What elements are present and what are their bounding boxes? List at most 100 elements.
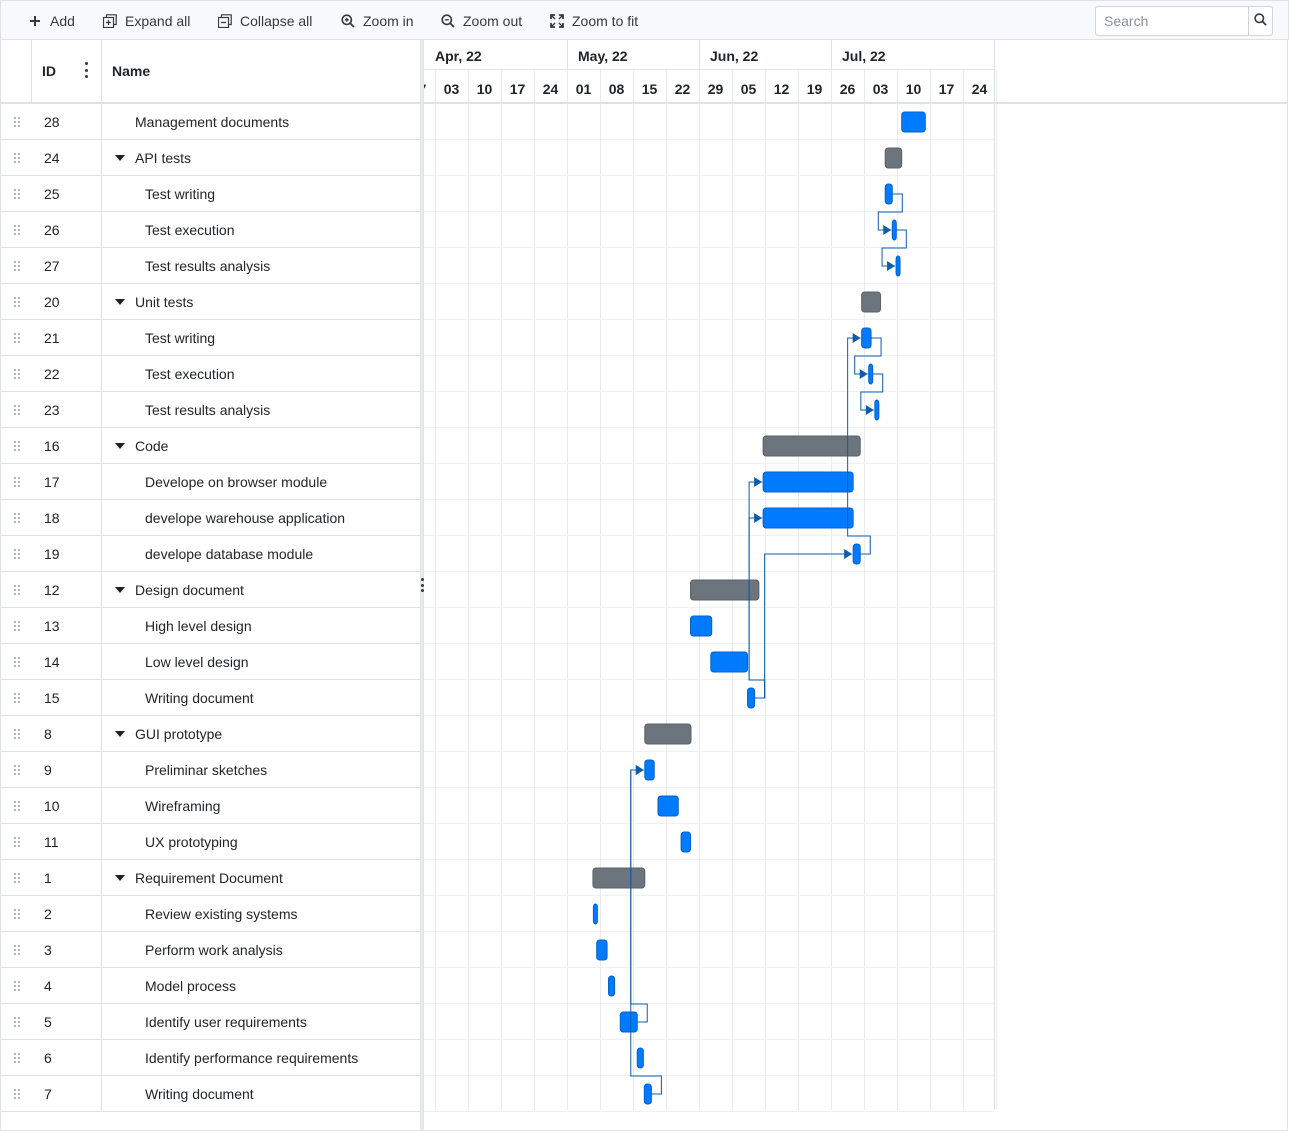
table-row[interactable]: 19 develope database module [1,536,421,572]
task-bar[interactable] [607,975,616,997]
task-id-cell[interactable]: 3 [32,932,102,967]
table-row[interactable]: 8 GUI prototype [1,716,421,752]
task-name-cell[interactable]: Perform work analysis [102,932,421,967]
drag-handle-icon[interactable] [1,788,32,823]
column-menu-icon[interactable] [83,62,89,78]
task-bar[interactable] [643,1083,652,1105]
task-id-cell[interactable]: 24 [32,140,102,175]
task-bar[interactable] [762,507,854,529]
drag-handle-icon[interactable] [1,464,32,499]
table-row[interactable]: 3 Perform work analysis [1,932,421,968]
drag-handle-icon[interactable] [1,896,32,931]
task-name-cell[interactable]: API tests [102,140,421,175]
collapse-caret-icon[interactable] [114,872,126,884]
drag-handle-icon[interactable] [1,860,32,895]
drag-handle-icon[interactable] [1,968,32,1003]
table-row[interactable]: 26 Test execution [1,212,421,248]
drag-handle-icon[interactable] [1,284,32,319]
task-name-cell[interactable]: Low level design [102,644,421,679]
task-bar[interactable] [852,543,861,565]
collapse-caret-icon[interactable] [114,296,126,308]
task-name-cell[interactable]: Test writing [102,320,421,355]
summary-bar[interactable] [592,867,646,889]
drag-handle-icon[interactable] [1,392,32,427]
table-row[interactable]: 12 Design document [1,572,421,608]
table-row[interactable]: 4 Model process [1,968,421,1004]
task-bar[interactable] [747,687,756,709]
task-bar[interactable] [710,651,749,673]
collapse-all-button[interactable]: Collapse all [218,1,312,41]
drag-handle-icon[interactable] [1,644,32,679]
table-row[interactable]: 10 Wireframing [1,788,421,824]
collapse-caret-icon[interactable] [114,440,126,452]
task-id-cell[interactable]: 27 [32,248,102,283]
table-row[interactable]: 11 UX prototyping [1,824,421,860]
table-row[interactable]: 13 High level design [1,608,421,644]
task-bar[interactable] [861,327,872,349]
add-button[interactable]: Add [28,1,75,41]
table-row[interactable]: 14 Low level design [1,644,421,680]
drag-handle-icon[interactable] [1,716,32,751]
task-name-cell[interactable]: Writing document [102,680,421,715]
task-name-cell[interactable]: Requirement Document [102,860,421,895]
table-row[interactable]: 27 Test results analysis [1,248,421,284]
task-id-cell[interactable]: 7 [32,1076,102,1111]
task-name-cell[interactable]: develope warehouse application [102,500,421,535]
task-id-cell[interactable]: 9 [32,752,102,787]
search-input[interactable] [1096,7,1248,35]
task-id-cell[interactable]: 13 [32,608,102,643]
table-row[interactable]: 20 Unit tests [1,284,421,320]
table-row[interactable]: 18 develope warehouse application [1,500,421,536]
task-name-cell[interactable]: High level design [102,608,421,643]
task-name-cell[interactable]: Unit tests [102,284,421,319]
task-bar[interactable] [901,111,926,133]
task-bar[interactable] [891,219,897,241]
summary-bar[interactable] [884,147,903,169]
drag-handle-icon[interactable] [1,824,32,859]
task-bar[interactable] [657,795,679,817]
task-name-cell[interactable]: Design document [102,572,421,607]
summary-bar[interactable] [861,291,881,313]
drag-handle-icon[interactable] [1,248,32,283]
id-column-header[interactable]: ID [32,40,102,102]
table-row[interactable]: 15 Writing document [1,680,421,716]
task-id-cell[interactable]: 18 [32,500,102,535]
table-row[interactable]: 1 Requirement Document [1,860,421,896]
task-id-cell[interactable]: 5 [32,1004,102,1039]
task-id-cell[interactable]: 19 [32,536,102,571]
task-name-cell[interactable]: Test execution [102,212,421,247]
collapse-caret-icon[interactable] [114,152,126,164]
collapse-caret-icon[interactable] [114,584,126,596]
task-id-cell[interactable]: 14 [32,644,102,679]
task-name-cell[interactable]: Wireframing [102,788,421,823]
expand-all-button[interactable]: Expand all [103,1,190,41]
task-id-cell[interactable]: 2 [32,896,102,931]
task-id-cell[interactable]: 12 [32,572,102,607]
task-id-cell[interactable]: 10 [32,788,102,823]
task-name-cell[interactable]: UX prototyping [102,824,421,859]
table-row[interactable]: 28 Management documents [1,104,421,140]
drag-handle-icon[interactable] [1,1076,32,1111]
task-id-cell[interactable]: 20 [32,284,102,319]
table-row[interactable]: 9 Preliminar sketches [1,752,421,788]
table-row[interactable]: 7 Writing document [1,1076,421,1112]
task-id-cell[interactable]: 28 [32,104,102,139]
task-name-cell[interactable]: Review existing systems [102,896,421,931]
task-id-cell[interactable]: 11 [32,824,102,859]
task-bar[interactable] [895,255,901,277]
table-row[interactable]: 6 Identify performance requirements [1,1040,421,1076]
table-row[interactable]: 17 Develope on browser module [1,464,421,500]
task-id-cell[interactable]: 8 [32,716,102,751]
zoom-out-button[interactable]: Zoom out [441,1,522,41]
task-id-cell[interactable]: 16 [32,428,102,463]
task-id-cell[interactable]: 21 [32,320,102,355]
drag-handle-icon[interactable] [1,752,32,787]
table-row[interactable]: 22 Test execution [1,356,421,392]
task-id-cell[interactable]: 4 [32,968,102,1003]
task-name-cell[interactable]: Writing document [102,1076,421,1111]
drag-handle-icon[interactable] [1,212,32,247]
task-bar[interactable] [619,1011,638,1033]
drag-handle-icon[interactable] [1,680,32,715]
task-name-cell[interactable]: Identify performance requirements [102,1040,421,1075]
task-name-cell[interactable]: Model process [102,968,421,1003]
